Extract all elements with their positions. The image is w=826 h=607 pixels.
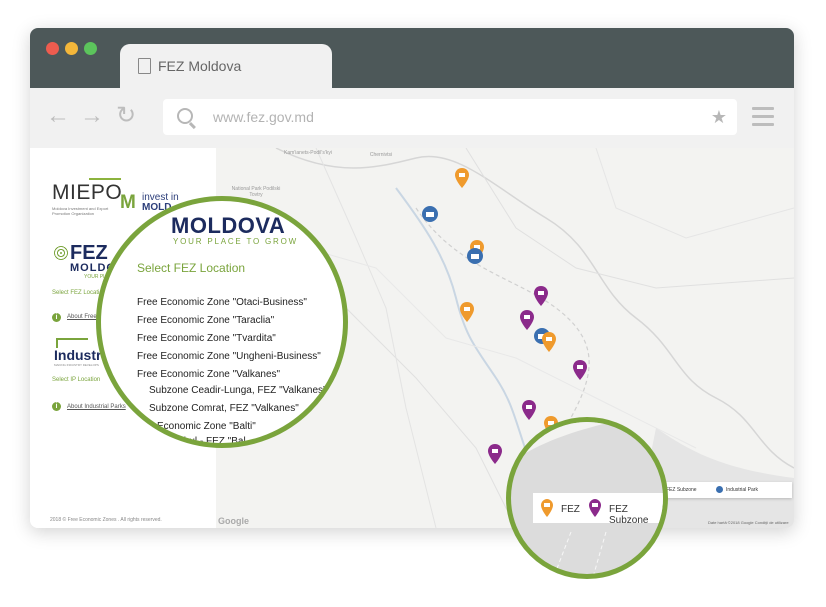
fez-list-item[interactable]: Free Economic Zone "Otaci-Business" xyxy=(137,297,307,308)
map-attribution[interactable]: Date hartă ©2018 Google Condiţii de util… xyxy=(708,520,789,525)
magnifier-fez-list: MOLDOVA YOUR PLACE TO GROW Select FEZ Lo… xyxy=(96,196,348,448)
map-label: Chernivtsi xyxy=(369,152,393,158)
fez-legend-icon xyxy=(541,499,553,517)
info-icon: i xyxy=(52,402,61,411)
industrial-park-marker-icon[interactable] xyxy=(467,248,483,264)
google-logo: Google xyxy=(218,516,249,526)
fez-list-item[interactable]: Economic Zone "Balti" xyxy=(157,421,256,432)
industrial-park-marker-icon[interactable] xyxy=(422,206,438,222)
close-window-button[interactable] xyxy=(46,42,59,55)
back-arrow-icon[interactable]: ← xyxy=(46,104,70,128)
search-icon xyxy=(177,108,193,124)
legend-subzone-label: FEZ Subzone xyxy=(609,504,649,526)
map-label: Kam'ianets-Podil's'kyi xyxy=(284,150,332,156)
fez-marker-icon[interactable] xyxy=(460,302,474,322)
fez-subzone-marker-icon[interactable] xyxy=(520,310,534,330)
menu-icon[interactable] xyxy=(752,107,774,131)
fez-list-item[interactable]: Free Economic Zone "Valkanes" xyxy=(137,369,280,380)
url-text: www.fez.gov.md xyxy=(213,109,314,125)
fez-subzone-list-item[interactable]: Subzone Ceadir-Lunga, FEZ "Valkanes" xyxy=(149,385,327,396)
moldova-logo: MOLDOVA xyxy=(171,213,286,238)
tab-title: FEZ Moldova xyxy=(158,58,242,74)
industrial-park-legend-icon xyxy=(716,486,723,493)
browser-tab[interactable]: FEZ Moldova xyxy=(120,44,332,90)
select-ip-label: Select IP Location xyxy=(52,377,101,383)
fez-subzone-marker-icon[interactable] xyxy=(522,400,536,420)
legend-industrial-park-label: Industrial Park xyxy=(726,487,758,493)
fez-marker-icon[interactable] xyxy=(455,168,469,188)
magnifier-legend: FEZ FEZ Subzone xyxy=(506,417,668,579)
fez-logo-icon xyxy=(54,246,68,260)
fez-subzone-marker-icon[interactable] xyxy=(488,444,502,464)
footer-copyright: 2018 © Free Economic Zones . All rights … xyxy=(50,517,162,523)
minimize-window-button[interactable] xyxy=(65,42,78,55)
fez-subzone-list-item[interactable]: Subzone Comrat, FEZ "Valkanes" xyxy=(149,403,299,414)
fez-list-item[interactable]: Free Economic Zone "Ungheni-Business" xyxy=(137,351,321,362)
map-legend: FEZ Subzone Industrial Park xyxy=(652,482,792,498)
fez-subzone-marker-icon[interactable] xyxy=(534,286,548,306)
browser-toolbar: ← → ↻ www.fez.gov.md ★ xyxy=(30,88,794,148)
moldova-tagline: YOUR PLACE TO GROW xyxy=(173,237,299,246)
about-ip-link[interactable]: About Industrial Parks xyxy=(67,404,126,410)
document-icon xyxy=(138,58,151,74)
miepo-arrows-icon xyxy=(89,170,121,180)
industrial-subtitle: MAKING INDUSTRY DEVELOPS xyxy=(54,363,99,367)
subzone-legend-icon xyxy=(589,499,601,517)
fez-list-item[interactable]: Free Economic Zone "Tvardita" xyxy=(137,333,276,344)
miepo-logo: MIEPO xyxy=(52,181,123,204)
legend-fez-label: FEZ xyxy=(561,504,580,515)
maximize-window-button[interactable] xyxy=(84,42,97,55)
fez-list-item[interactable]: Free Economic Zone "Taraclia" xyxy=(137,315,274,326)
map-legend-zoomed: FEZ FEZ Subzone xyxy=(533,493,663,526)
legend-subzone-label: FEZ Subzone xyxy=(666,487,697,493)
about-fez-link[interactable]: About Free xyxy=(67,314,97,320)
reload-icon[interactable]: ↻ xyxy=(116,104,136,128)
miepo-subtitle: Moldova Investment and Export Promotion … xyxy=(52,206,109,216)
bookmark-star-icon[interactable]: ★ xyxy=(711,107,727,128)
title-bar: FEZ Moldova xyxy=(30,28,794,90)
forward-arrow-icon[interactable]: → xyxy=(80,104,104,128)
select-fez-title: Select FEZ Location xyxy=(137,261,246,275)
select-fez-label: Select FEZ Locati xyxy=(52,290,100,296)
fez-marker-icon[interactable] xyxy=(542,332,556,352)
invest-logo-icon: M xyxy=(120,192,136,213)
info-icon: i xyxy=(52,313,61,322)
fez-subzone-marker-icon[interactable] xyxy=(573,360,587,380)
address-bar[interactable]: www.fez.gov.md ★ xyxy=(163,99,737,135)
